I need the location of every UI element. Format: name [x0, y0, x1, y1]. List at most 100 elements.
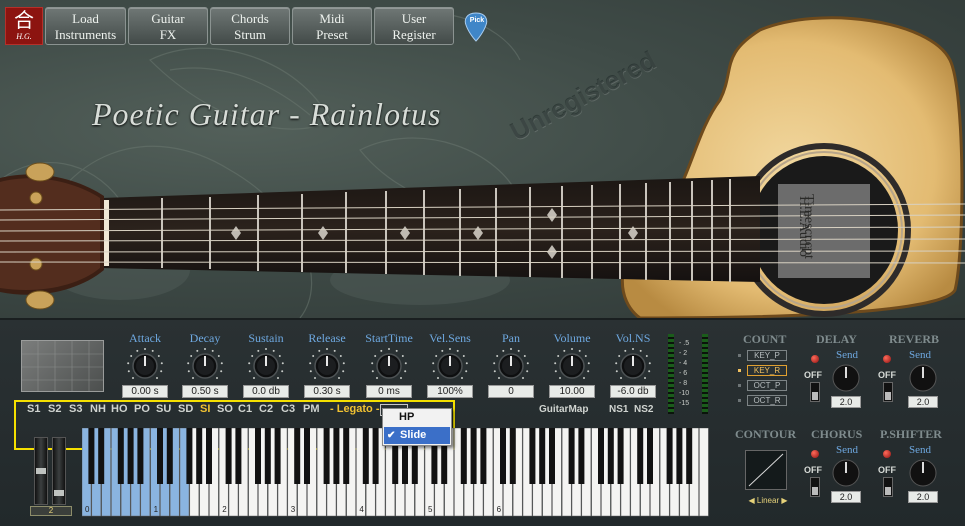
xy-pad[interactable]	[21, 340, 104, 392]
black-key[interactable]	[549, 428, 555, 484]
black-key[interactable]	[568, 428, 575, 484]
black-key[interactable]	[539, 428, 546, 484]
black-key[interactable]	[647, 428, 653, 484]
rotary-knob[interactable]	[244, 347, 288, 385]
pitch-wheel[interactable]	[34, 437, 48, 505]
count-option-key-r[interactable]: KEY_R	[747, 365, 787, 376]
mod-wheel[interactable]	[52, 437, 66, 505]
black-key[interactable]	[333, 428, 340, 484]
black-key[interactable]	[117, 428, 124, 484]
pshifter-toggle[interactable]	[883, 477, 893, 497]
rotary-knob[interactable]	[123, 347, 167, 385]
meter-tick-label: - 6	[679, 370, 688, 377]
black-key[interactable]	[157, 428, 163, 484]
rotary-knob[interactable]	[305, 347, 349, 385]
black-key[interactable]	[617, 428, 624, 484]
reverb-send-knob[interactable]	[908, 363, 938, 393]
black-key[interactable]	[98, 428, 105, 484]
rotary-knob[interactable]	[183, 347, 227, 385]
chorus-toggle[interactable]	[810, 477, 820, 497]
soundhole-line: Timescncpt	[800, 194, 816, 259]
dropdown-option-hp[interactable]: HP	[383, 409, 451, 426]
black-key[interactable]	[637, 428, 644, 484]
black-key[interactable]	[264, 428, 271, 484]
black-key[interactable]	[509, 428, 516, 484]
count-indicator	[738, 399, 741, 402]
black-key[interactable]	[607, 428, 614, 484]
delay-title: DELAY	[816, 332, 857, 346]
white-key[interactable]	[699, 428, 709, 517]
black-key[interactable]	[235, 428, 242, 484]
black-key[interactable]	[294, 428, 301, 484]
level-meter: - .5 - 2 - 4 - 6 - 8 -10 -15	[668, 334, 710, 414]
contour-mode-selector[interactable]: ◀ Linear ▶	[740, 496, 796, 505]
meter-bar-right	[702, 334, 708, 414]
black-key[interactable]	[362, 428, 369, 484]
meter-tick-label: - .5	[679, 340, 690, 347]
knob-attack: Attack 0.00 s	[112, 331, 178, 398]
pshifter-led	[883, 450, 891, 458]
rotary-knob[interactable]	[367, 347, 411, 385]
black-key[interactable]	[137, 428, 144, 484]
dropdown-option-slide[interactable]: ✔ Slide	[384, 427, 450, 444]
black-key[interactable]	[274, 428, 281, 484]
black-key[interactable]	[578, 428, 585, 484]
knob-value: 0.30 s	[304, 385, 350, 398]
knob-velsens: Vel.Sens 100%	[417, 331, 483, 398]
black-key[interactable]	[686, 428, 693, 484]
octave-label: 1	[154, 505, 159, 514]
rotary-knob[interactable]	[428, 347, 472, 385]
black-key[interactable]	[186, 428, 193, 484]
meter-tick-label: -15	[679, 400, 690, 407]
black-key[interactable]	[225, 428, 232, 484]
black-key[interactable]	[666, 428, 673, 484]
option-label: HP	[399, 411, 415, 423]
black-key[interactable]	[343, 428, 350, 484]
black-key[interactable]	[196, 428, 203, 484]
octave-label: 5	[428, 505, 433, 514]
pshifter-send-knob[interactable]	[908, 458, 938, 488]
black-key[interactable]	[372, 428, 379, 484]
black-key[interactable]	[304, 428, 310, 484]
rotary-knob[interactable]	[550, 347, 594, 385]
octave-selector[interactable]: 2	[30, 506, 72, 516]
chevron-left-icon[interactable]: ◀	[748, 496, 754, 505]
meter-tick-label: - 2	[679, 350, 688, 357]
black-key[interactable]	[166, 428, 173, 484]
knob-release: Release 0.30 s	[294, 331, 360, 398]
count-option-oct-r[interactable]: OCT_R	[747, 395, 787, 406]
count-option-oct-p[interactable]: OCT_P	[747, 380, 787, 391]
reverb-title: REVERB	[889, 332, 940, 346]
black-key[interactable]	[127, 428, 134, 484]
ns1-button[interactable]: NS1	[609, 404, 628, 415]
count-option-key-p[interactable]: KEY_P	[747, 350, 787, 361]
knob-value: 0 ms	[366, 385, 412, 398]
black-key[interactable]	[206, 428, 212, 484]
knob-value: 0	[488, 385, 534, 398]
contour-curve[interactable]	[745, 450, 787, 490]
rotary-knob[interactable]	[611, 347, 655, 385]
reverb-send-value: 2.0	[908, 396, 938, 408]
black-key[interactable]	[470, 428, 477, 484]
rotary-knob[interactable]	[489, 347, 533, 385]
octave-label: 0	[85, 505, 90, 514]
black-key[interactable]	[598, 428, 604, 484]
black-key[interactable]	[88, 428, 95, 484]
chevron-right-icon[interactable]: ▶	[781, 496, 787, 505]
delay-toggle[interactable]	[810, 382, 820, 402]
reverb-send-label: Send	[909, 349, 931, 361]
black-key[interactable]	[676, 428, 683, 484]
delay-send-knob[interactable]	[831, 363, 861, 393]
black-key[interactable]	[255, 428, 261, 484]
chorus-send-knob[interactable]	[831, 458, 861, 488]
octave-label: 4	[359, 505, 364, 514]
ns2-button[interactable]: NS2	[634, 404, 653, 415]
black-key[interactable]	[323, 428, 330, 484]
black-key[interactable]	[460, 428, 467, 484]
black-key[interactable]	[480, 428, 487, 484]
guitarmap-button[interactable]: GuitarMap	[539, 404, 588, 415]
black-key[interactable]	[529, 428, 536, 484]
knob-value: 0.00 s	[122, 385, 168, 398]
black-key[interactable]	[500, 428, 506, 484]
reverb-toggle[interactable]	[883, 382, 893, 402]
